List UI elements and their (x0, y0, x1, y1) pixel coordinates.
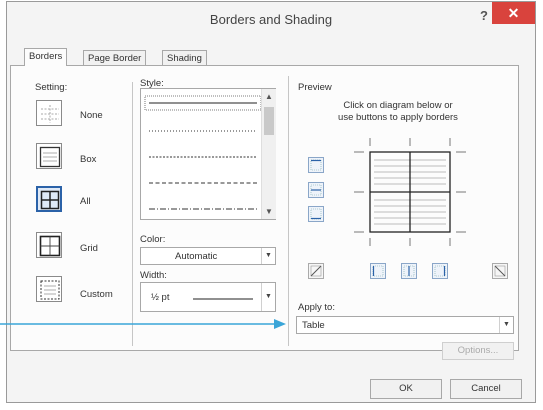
setting-grid-label[interactable]: Grid (80, 243, 98, 254)
tab-borders-label: Borders (29, 51, 63, 62)
preview-label: Preview (298, 82, 332, 93)
diagonal-up-border-button[interactable] (492, 263, 508, 279)
setting-none-label[interactable]: None (80, 110, 103, 121)
setting-custom-label[interactable]: Custom (80, 289, 113, 300)
tab-page-border[interactable]: Page Border (83, 50, 147, 66)
border-grid-icon[interactable] (36, 232, 62, 258)
scroll-thumb[interactable] (264, 107, 274, 135)
tab-page-border-label: Page Border (88, 53, 142, 64)
title-bar: Borders and Shading ? ✕ (7, 2, 535, 40)
cancel-button[interactable]: Cancel (450, 379, 522, 399)
setting-all-label[interactable]: All (80, 196, 91, 207)
width-sample-line (193, 298, 253, 300)
width-label: Width: (140, 270, 167, 281)
apply-to-dropdown[interactable]: Table ▼ (296, 316, 514, 334)
options-button[interactable]: Options... (442, 342, 514, 360)
color-label: Color: (140, 234, 166, 245)
top-border-button[interactable] (308, 157, 324, 173)
inside-vertical-border-button[interactable] (401, 263, 417, 279)
ok-button[interactable]: OK (370, 379, 442, 399)
color-dropdown[interactable]: Automatic ▼ (140, 247, 276, 265)
bottom-border-button[interactable] (308, 206, 324, 222)
border-none-icon[interactable] (36, 100, 62, 126)
border-box-icon[interactable] (36, 143, 62, 169)
close-button[interactable]: ✕ (492, 2, 535, 24)
dialog-title: Borders and Shading (209, 12, 333, 27)
tab-shading-label: Shading (167, 53, 202, 64)
left-border-button[interactable] (370, 263, 386, 279)
help-button[interactable]: ? (480, 8, 488, 23)
scroll-up-icon[interactable]: ▲ (264, 92, 274, 101)
border-all-icon[interactable] (36, 186, 62, 212)
diagonal-down-border-button[interactable] (308, 263, 324, 279)
right-border-button[interactable] (432, 263, 448, 279)
inside-horizontal-border-button[interactable] (308, 182, 324, 198)
preview-instructions-line1: Click on diagram below or (343, 100, 453, 111)
width-value: ½ pt (151, 292, 170, 303)
divider-style-preview (288, 76, 289, 346)
chevron-down-icon[interactable]: ▼ (261, 283, 275, 311)
preview-instructions-line2: use buttons to apply borders (338, 112, 458, 123)
setting-box-label[interactable]: Box (80, 154, 96, 165)
border-custom-icon[interactable] (36, 276, 62, 302)
apply-to-label: Apply to: (298, 302, 335, 313)
divider-setting-style (132, 82, 133, 346)
preview-diagram[interactable] (350, 138, 490, 248)
width-dropdown[interactable]: ½ pt ▼ (140, 282, 276, 312)
scroll-down-icon[interactable]: ▼ (264, 207, 274, 216)
style-list[interactable] (140, 88, 276, 220)
tab-borders[interactable]: Borders (24, 48, 68, 66)
apply-to-value: Table (302, 320, 325, 331)
tab-shading[interactable]: Shading (162, 50, 207, 66)
chevron-down-icon[interactable]: ▼ (261, 248, 275, 264)
color-value: Automatic (175, 251, 218, 262)
annotation-arrow (0, 319, 286, 329)
setting-label: Setting: (35, 82, 68, 93)
chevron-down-icon[interactable]: ▼ (499, 317, 513, 333)
style-scrollbar[interactable]: ▲ ▼ (261, 89, 276, 219)
